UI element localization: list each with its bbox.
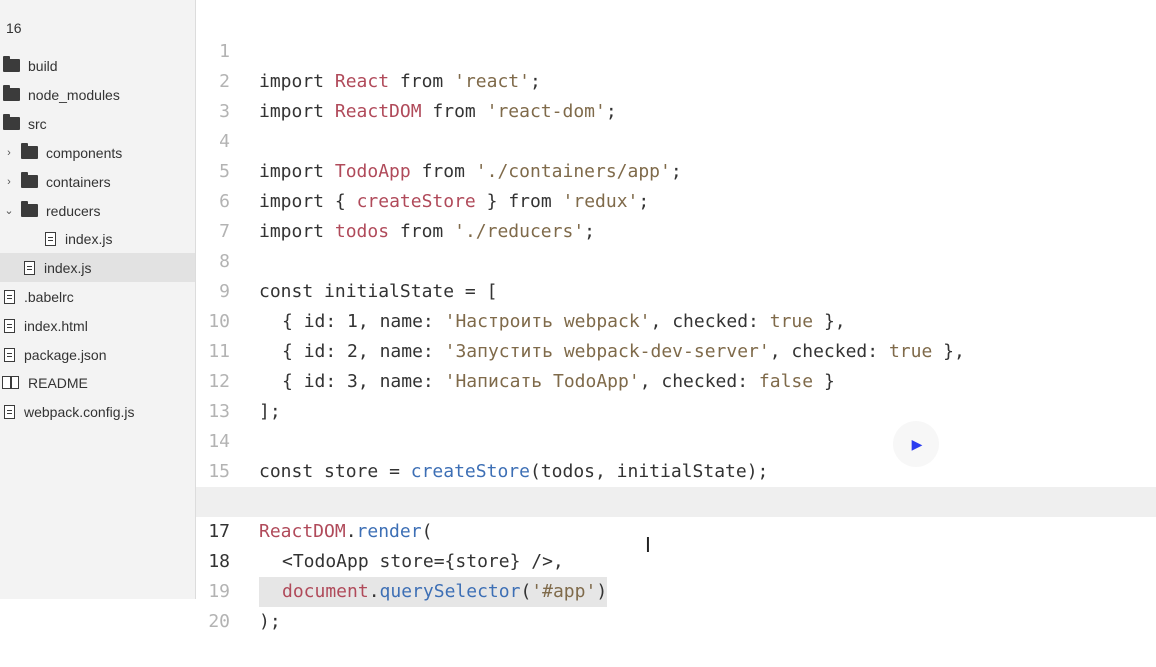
tree-item-build[interactable]: build (0, 51, 195, 80)
folder-icon (3, 85, 20, 101)
code-editor[interactable]: 1 import React from 'react'; 2 import Re… (196, 0, 1156, 632)
tree-item-label: index.html (24, 317, 88, 334)
file-icon (4, 289, 15, 304)
code-line[interactable]: 7 (196, 187, 1156, 242)
tree-item-src-index-js[interactable]: index.js (0, 253, 195, 282)
code-line[interactable]: 5 import { createStore } from 'redux'; (196, 127, 1156, 212)
folder-icon (21, 201, 38, 217)
tree-item-label: build (28, 57, 58, 74)
chevron-right-icon[interactable]: › (3, 147, 15, 159)
code-line[interactable]: 19 ); (196, 547, 1156, 632)
tree-item-label: README (28, 374, 88, 391)
play-icon: ▶ (911, 435, 923, 452)
code-line[interactable]: 10 { id: 2, name: 'Запустить webpack-dev… (196, 277, 1156, 362)
code-line[interactable]: 2 import ReactDOM from 'react-dom'; (196, 37, 1156, 122)
folder-icon (21, 143, 38, 159)
file-icon (4, 404, 15, 419)
tree-item-readme[interactable]: README (0, 368, 195, 397)
tree-item-label: package.json (24, 346, 107, 363)
file-icon (4, 318, 15, 333)
tree-item-webpack-config[interactable]: webpack.config.js (0, 397, 195, 426)
code-line[interactable]: 16 ReactDOM.render( (196, 457, 1156, 542)
file-icon (4, 347, 15, 362)
tree-item-label: .babelrc (24, 288, 74, 305)
code-line[interactable]: 9 { id: 1, name: 'Настроить webpack', ch… (196, 247, 1156, 332)
tree-item-containers[interactable]: › containers (0, 167, 195, 196)
explorer-header: 16 (6, 20, 22, 36)
code-line[interactable]: 14 const store = createStore(todos, init… (196, 397, 1156, 482)
code-text: ); (259, 607, 281, 637)
code-line[interactable]: 15 (196, 427, 1156, 482)
chevron-down-icon[interactable]: ⌄ (3, 204, 15, 217)
tree-item-label: index.js (44, 259, 92, 276)
code-line[interactable]: 13 (196, 367, 1156, 422)
text-cursor-icon: I (645, 533, 651, 557)
tree-item-index-html[interactable]: index.html (0, 311, 195, 340)
file-explorer-sidebar: 16 build node_modules src › components ›… (0, 0, 196, 599)
tree-item-node-modules[interactable]: node_modules (0, 80, 195, 109)
code-line[interactable]: 8 const initialState = [ (196, 217, 1156, 302)
folder-icon (21, 172, 38, 188)
play-button[interactable]: ▶ (893, 421, 939, 467)
line-number: 20 (208, 611, 230, 632)
tree-item-label: node_modules (28, 86, 120, 103)
tree-item-label: src (28, 115, 47, 132)
file-icon (24, 260, 35, 275)
tree-item-components[interactable]: › components (0, 138, 195, 167)
book-icon (2, 376, 19, 389)
tree-item-reducers-index-js[interactable]: index.js (0, 224, 195, 253)
tree-item-label: index.js (65, 230, 113, 247)
folder-icon (3, 114, 20, 130)
code-line[interactable]: 4 import TodoApp from './containers/app'… (196, 97, 1156, 182)
code-line[interactable]: 20 (196, 577, 1156, 632)
tree-item-babelrc[interactable]: .babelrc (0, 282, 195, 311)
tree-item-package-json[interactable]: package.json (0, 340, 195, 369)
punctuation: ); (259, 611, 281, 632)
tree-item-src[interactable]: src (0, 109, 195, 138)
file-icon (45, 231, 56, 246)
code-line-highlighted[interactable]: 17 <TodoApp store={store} />, (196, 487, 1156, 572)
code-line[interactable]: 3 (196, 67, 1156, 122)
tree-item-label: components (46, 144, 123, 161)
tree-item-label: reducers (46, 202, 101, 219)
code-line-selected[interactable]: 18 document.querySelector('#app') (196, 517, 1156, 607)
tree-item-label: webpack.config.js (24, 403, 135, 420)
code-line[interactable]: 6 import todos from './reducers'; (196, 157, 1156, 242)
folder-icon (3, 56, 20, 72)
code-line[interactable]: 1 import React from 'react'; (196, 7, 1156, 92)
code-line[interactable]: 11 { id: 3, name: 'Написать TodoApp', ch… (196, 307, 1156, 392)
code-line[interactable]: 12 ]; (196, 337, 1156, 422)
tree-item-reducers[interactable]: ⌄ reducers (0, 196, 195, 225)
chevron-right-icon[interactable]: › (3, 176, 15, 188)
tree-item-label: containers (46, 173, 111, 190)
